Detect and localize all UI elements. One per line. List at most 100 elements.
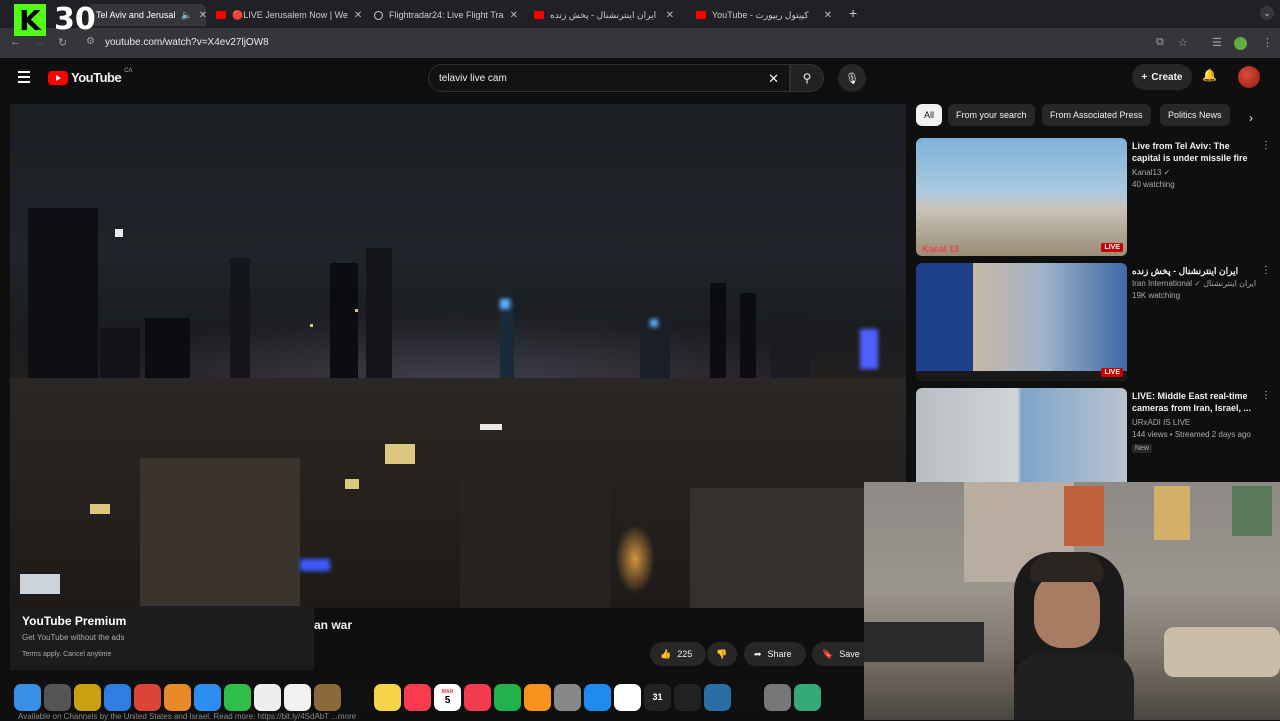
tab-tel-aviv[interactable]: Tel Aviv and Jerusal 🔈 ✕: [88, 4, 206, 26]
facetime-icon[interactable]: [224, 683, 251, 711]
pages-icon[interactable]: [524, 683, 551, 711]
chip-all[interactable]: All: [916, 104, 942, 126]
tab-capitol-report[interactable]: YouTube - کپیتول ریپورت ✕: [688, 4, 840, 26]
recommendation-item[interactable]: LIVE ایران اینترنشنال - پخش زنده Iran In…: [916, 263, 1276, 383]
mic-button[interactable]: 🎙: [838, 64, 866, 92]
app-icon[interactable]: [314, 683, 341, 711]
profile-icon[interactable]: [1234, 37, 1247, 50]
menu-icon[interactable]: ⋮: [1262, 36, 1273, 49]
settings-icon[interactable]: [554, 683, 581, 711]
video-title[interactable]: Live from Tel Aviv: The capital is under…: [1132, 140, 1254, 164]
app-icon[interactable]: [794, 683, 821, 711]
tv-icon[interactable]: [344, 683, 371, 711]
numbers-icon[interactable]: [494, 683, 521, 711]
save-button[interactable]: 🔖 Save: [812, 642, 864, 666]
youtube-icon: [534, 11, 544, 19]
forward-icon[interactable]: →: [34, 36, 45, 48]
finder-icon[interactable]: [14, 683, 41, 711]
bookmark-star-icon[interactable]: ☆: [1178, 36, 1188, 49]
video-title[interactable]: ایران اینترنشنال - پخش زنده: [1132, 265, 1254, 277]
reload-icon[interactable]: ↻: [58, 36, 67, 49]
search-button[interactable]: ⚲: [790, 64, 824, 92]
chrome-icon[interactable]: [134, 683, 161, 711]
site-info-icon[interactable]: ⚙: [86, 36, 95, 47]
country-code: CA: [124, 67, 133, 74]
video-thumbnail[interactable]: Kanal 13 LIVE: [916, 138, 1127, 256]
mail-icon[interactable]: [194, 683, 221, 711]
channel-name[interactable]: Kanal13 ✓: [1132, 168, 1170, 177]
youtube-icon: [696, 11, 706, 19]
chip-associated-press[interactable]: From Associated Press: [1042, 104, 1151, 126]
bookmark-icon: 🔖: [822, 648, 834, 659]
chevron-right-icon[interactable]: ›: [1249, 111, 1253, 125]
dislike-button[interactable]: 👎: [707, 642, 737, 666]
chip-from-your-search[interactable]: From your search: [948, 104, 1035, 126]
back-icon[interactable]: ←: [10, 36, 21, 48]
close-icon[interactable]: ✕: [510, 10, 518, 21]
light: [115, 229, 123, 237]
tab-title: 🔴LIVE Jerusalem Now | We: [232, 9, 348, 20]
close-icon[interactable]: ✕: [354, 10, 362, 21]
channel-name[interactable]: URxADI IS LIVE: [1132, 418, 1190, 427]
unity-icon[interactable]: [734, 683, 761, 711]
extensions-icon[interactable]: ☰: [1212, 36, 1222, 49]
notifications-bell-icon[interactable]: 🔔: [1202, 68, 1217, 82]
tab-flightradar[interactable]: Flightradar24: Live Flight Tra ✕: [366, 4, 522, 26]
chip-politics-news[interactable]: Politics News: [1160, 104, 1230, 126]
tab-iran-international[interactable]: ایران اینترنشنال - پخش زنده ✕: [526, 4, 682, 26]
premium-terms: Terms apply. Cancel anytime: [22, 651, 112, 658]
photos-icon[interactable]: [164, 683, 191, 711]
safari-icon[interactable]: [104, 683, 131, 711]
lit-window: [385, 444, 415, 464]
like-button[interactable]: 👍 225: [650, 642, 706, 666]
speaker-icon[interactable]: 🔈: [181, 10, 192, 21]
calendar-icon[interactable]: 31: [644, 683, 671, 711]
create-button[interactable]: + Create: [1132, 64, 1192, 90]
video-thumbnail[interactable]: LIVE: [916, 263, 1127, 381]
app-icon[interactable]: [74, 683, 101, 711]
counter-overlay: 30: [54, 2, 96, 37]
clear-icon[interactable]: ✕: [768, 71, 779, 87]
search-value: telaviv live cam: [439, 72, 507, 84]
avatar[interactable]: [1238, 66, 1260, 88]
keyboard: [864, 622, 984, 662]
menu-icon[interactable]: [18, 71, 30, 86]
more-options-icon[interactable]: ⋮: [1261, 265, 1271, 276]
new-tab-icon[interactable]: +: [849, 5, 857, 21]
premium-promo[interactable]: YouTube Premium Get YouTube without the …: [10, 606, 314, 670]
app-icon[interactable]: [674, 683, 701, 711]
app-icon[interactable]: [704, 683, 731, 711]
channel-name[interactable]: Iran International ✓ ایران اینترنشنال: [1132, 279, 1256, 288]
video-player[interactable]: [10, 104, 906, 608]
news-icon[interactable]: [464, 683, 491, 711]
ticker-bar: [916, 371, 1127, 381]
webcam-overlay: [864, 482, 1280, 720]
thumbs-down-icon: 👎: [716, 648, 728, 659]
plus-icon: +: [1141, 71, 1148, 83]
calendar-icon[interactable]: MAR 5: [434, 683, 461, 711]
search-input[interactable]: telaviv live cam ✕: [428, 64, 790, 92]
more-options-icon[interactable]: ⋮: [1261, 140, 1271, 151]
more-options-icon[interactable]: ⋮: [1261, 390, 1271, 401]
app-icon[interactable]: [764, 683, 791, 711]
app-store-icon[interactable]: [584, 683, 611, 711]
music-icon[interactable]: [404, 683, 431, 711]
tab-search-icon[interactable]: ⌄: [1260, 6, 1274, 20]
video-title[interactable]: LIVE: Middle East real-time cameras from…: [1132, 390, 1254, 414]
freeform-icon[interactable]: [284, 683, 311, 711]
lit-window: [90, 504, 110, 514]
recommendation-item[interactable]: Kanal 13 LIVE Live from Tel Aviv: The ca…: [916, 138, 1276, 258]
youtube-logo[interactable]: YouTube CA: [48, 67, 133, 85]
notes-icon[interactable]: [374, 683, 401, 711]
logo-text: YouTube: [71, 70, 122, 85]
notion-icon[interactable]: [614, 683, 641, 711]
url-field[interactable]: youtube.com/watch?v=X4ev27ljOW8: [105, 37, 269, 48]
tab-jerusalem[interactable]: 🔴LIVE Jerusalem Now | We ✕: [208, 4, 364, 26]
reminders-icon[interactable]: [254, 683, 281, 711]
close-icon[interactable]: ✕: [824, 10, 832, 21]
share-button[interactable]: ➦ Share: [744, 642, 806, 666]
install-icon[interactable]: ⧉: [1156, 36, 1164, 49]
launchpad-icon[interactable]: [44, 683, 71, 711]
close-icon[interactable]: ✕: [199, 10, 206, 21]
close-icon[interactable]: ✕: [666, 10, 674, 21]
